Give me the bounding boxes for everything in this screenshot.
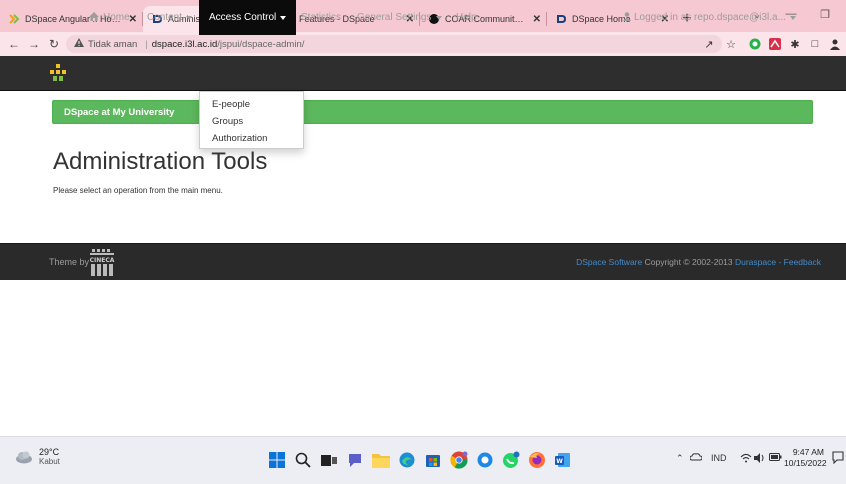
chevron-down-icon bbox=[789, 15, 796, 20]
profile-icon[interactable] bbox=[826, 32, 844, 56]
reload-icon[interactable]: ↻ bbox=[44, 37, 64, 51]
user-label: Logged in as repo.dspace@i3l.a... bbox=[634, 12, 786, 23]
bookmark-star-icon[interactable]: ☆ bbox=[722, 32, 740, 56]
search-icon[interactable] bbox=[292, 449, 314, 471]
security-status[interactable]: Tidak aman bbox=[88, 39, 137, 50]
nav-access-control[interactable]: Access Control bbox=[199, 0, 297, 35]
windows-taskbar: 29°C Kabut W ⌃ IND 9:47 AM 10/15/2022 bbox=[0, 436, 846, 484]
whatsapp-icon[interactable] bbox=[500, 449, 522, 471]
taskbar-clock[interactable]: 9:47 AM 10/15/2022 bbox=[784, 447, 827, 469]
nav-content-label: Content bbox=[147, 12, 183, 23]
nav-help-label: Help bbox=[456, 12, 477, 23]
address-bar[interactable]: Tidak aman | dspace.i3l.ac.id /jspui/dsp… bbox=[66, 35, 722, 53]
access-control-dropdown: E-people Groups Authorization bbox=[199, 91, 304, 149]
task-view-icon[interactable] bbox=[318, 449, 340, 471]
site-banner: DSpace at My University bbox=[52, 100, 813, 124]
warning-triangle-icon bbox=[74, 38, 84, 50]
microsoft-store-icon[interactable] bbox=[422, 449, 444, 471]
menu-item-authorization[interactable]: Authorization bbox=[200, 130, 303, 147]
banner-text[interactable]: DSpace at My University bbox=[64, 107, 174, 118]
onedrive-cloud-icon[interactable] bbox=[690, 453, 702, 461]
svg-text:W: W bbox=[556, 458, 563, 465]
forward-arrow-icon[interactable]: → bbox=[24, 37, 44, 51]
footer-separator: - bbox=[776, 257, 784, 267]
chrome-icon[interactable] bbox=[448, 449, 470, 471]
file-explorer-icon[interactable] bbox=[370, 449, 392, 471]
restore-icon[interactable]: ❐ bbox=[808, 0, 842, 28]
clock-time: 9:47 AM bbox=[792, 447, 824, 457]
nav-general-settings-label: General Settings bbox=[357, 12, 432, 23]
cineca-logo-icon[interactable]: CINECA bbox=[88, 248, 116, 277]
clock-date: 10/15/2022 bbox=[784, 458, 827, 468]
nav-home[interactable]: Home bbox=[89, 0, 130, 35]
nav-statistics[interactable]: Statistics bbox=[301, 0, 341, 35]
cloud-icon bbox=[16, 451, 32, 464]
dspace-angular-favicon-icon bbox=[8, 13, 20, 25]
extension-green-icon[interactable] bbox=[746, 32, 764, 56]
footer-copyright: DSpace Software Copyright © 2002-2013 Du… bbox=[576, 257, 821, 267]
notification-icon[interactable] bbox=[832, 450, 844, 464]
address-divider: | bbox=[145, 38, 148, 50]
cineca-logo-text: CINECA bbox=[90, 257, 115, 264]
firefox-icon[interactable] bbox=[526, 449, 548, 471]
teams-chat-icon[interactable] bbox=[344, 449, 366, 471]
page-footer: Theme by CINECA DSpace Software Copyrigh… bbox=[0, 243, 846, 280]
user-icon bbox=[623, 11, 631, 24]
chevron-down-icon bbox=[280, 15, 287, 20]
chevron-down-icon bbox=[435, 15, 442, 20]
home-icon bbox=[89, 11, 99, 24]
page-description: Please select an operation from the main… bbox=[53, 186, 223, 195]
duraspace-link[interactable]: Duraspace bbox=[735, 257, 776, 267]
chevron-down-icon bbox=[186, 15, 193, 20]
dspace-software-link[interactable]: DSpace Software bbox=[576, 257, 642, 267]
nav-user-menu[interactable]: Logged in as repo.dspace@i3l.a... bbox=[623, 0, 796, 35]
extension-red-icon[interactable] bbox=[766, 32, 784, 56]
main-navbar bbox=[0, 56, 846, 91]
wifi-icon[interactable] bbox=[740, 453, 752, 463]
url-path: /jspui/dspace-admin/ bbox=[217, 38, 305, 50]
weather-condition: Kabut bbox=[39, 457, 60, 466]
word-icon[interactable]: W bbox=[552, 449, 574, 471]
nav-content[interactable]: Content bbox=[147, 0, 193, 35]
theme-by-label: Theme by bbox=[49, 257, 90, 267]
nav-help[interactable]: Help bbox=[456, 0, 477, 35]
weather-widget[interactable]: 29°C Kabut bbox=[15, 447, 60, 467]
nav-general-settings[interactable]: General Settings bbox=[357, 0, 442, 35]
weather-temperature: 29°C bbox=[39, 447, 60, 457]
edge-browser-icon[interactable] bbox=[396, 449, 418, 471]
back-arrow-icon[interactable]: ← bbox=[4, 37, 24, 51]
app-blue-circle-icon[interactable] bbox=[474, 449, 496, 471]
windows-start-icon[interactable] bbox=[266, 449, 288, 471]
dspace-home-favicon-icon bbox=[555, 13, 567, 25]
menu-item-e-people[interactable]: E-people bbox=[200, 96, 303, 113]
copyright-text: Copyright © 2002-2013 bbox=[642, 257, 735, 267]
nav-home-label: Home bbox=[103, 12, 130, 23]
nav-access-control-label: Access Control bbox=[209, 12, 277, 23]
feedback-link[interactable]: Feedback bbox=[784, 257, 821, 267]
url-host: dspace.i3l.ac.id bbox=[151, 38, 218, 50]
menu-item-groups[interactable]: Groups bbox=[200, 113, 303, 130]
battery-icon[interactable] bbox=[769, 453, 782, 461]
page-title: Administration Tools bbox=[53, 148, 268, 175]
volume-icon[interactable] bbox=[754, 453, 765, 463]
side-panel-icon[interactable]: □ bbox=[806, 32, 824, 56]
language-indicator[interactable]: IND bbox=[711, 453, 727, 463]
tab-close-icon[interactable]: ✕ bbox=[533, 14, 541, 25]
nav-statistics-label: Statistics bbox=[301, 12, 342, 23]
hidden-icons-chevron-icon[interactable]: ⌃ bbox=[676, 453, 684, 464]
share-icon[interactable]: ↗ bbox=[700, 32, 718, 56]
extensions-puzzle-icon[interactable]: ✱ bbox=[786, 32, 804, 56]
dspace-logo-icon[interactable] bbox=[50, 64, 66, 82]
